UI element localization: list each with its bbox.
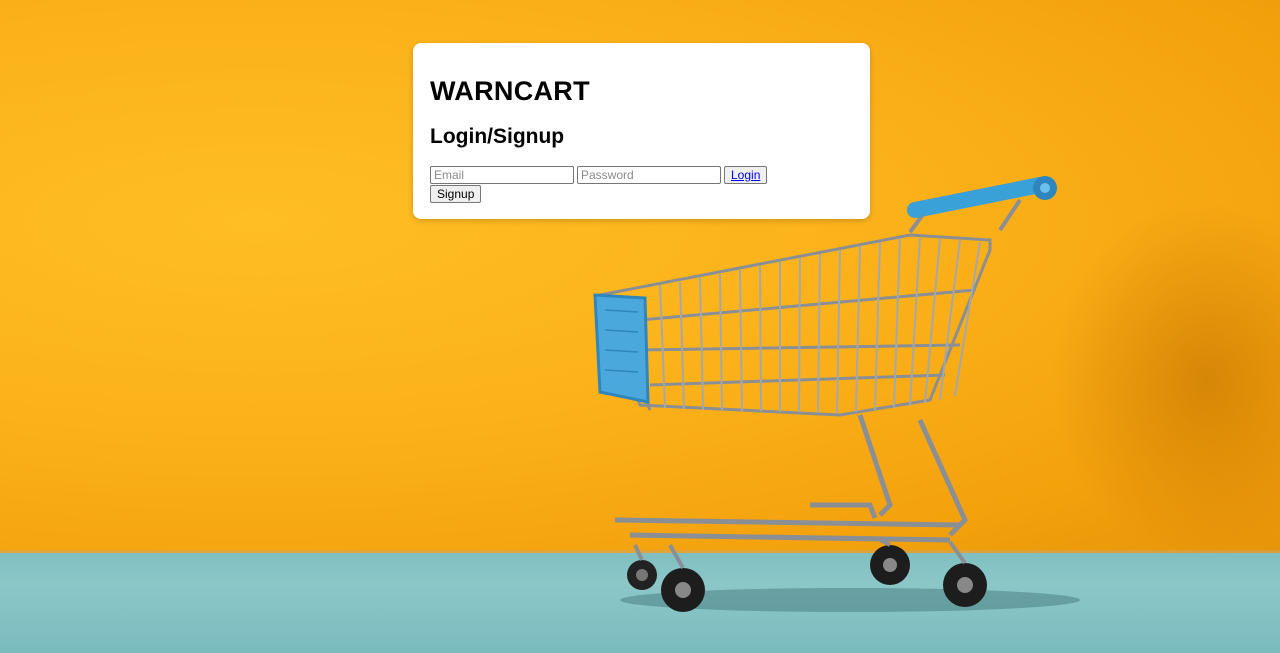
login-button[interactable]: Login xyxy=(724,166,768,184)
email-input[interactable] xyxy=(430,166,574,184)
password-input[interactable] xyxy=(577,166,721,184)
login-card: WARNCART Login/Signup Login Signup xyxy=(413,43,870,219)
background-shadow xyxy=(1050,200,1280,560)
page-subtitle: Login/Signup xyxy=(430,125,565,148)
signup-button[interactable]: Signup xyxy=(430,185,482,203)
login-form: Login Signup xyxy=(430,166,860,203)
page: WARNCART Login/Signup Login Signup xyxy=(0,0,1280,653)
shopping-cart-illustration xyxy=(593,176,1080,612)
brand-title: WARNCART xyxy=(430,76,590,106)
